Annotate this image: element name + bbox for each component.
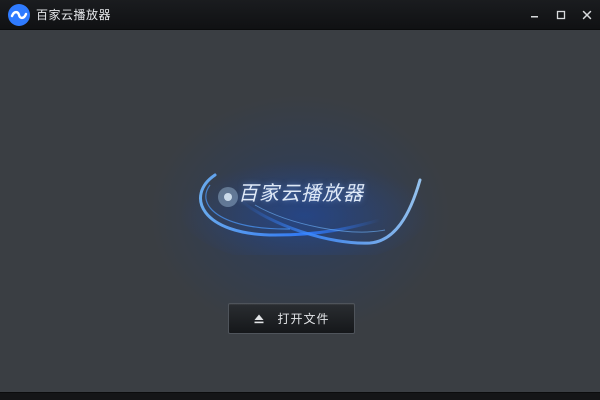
window-controls [522, 0, 600, 30]
close-icon [582, 10, 592, 20]
minimize-button[interactable] [522, 0, 548, 30]
baijiayun-logo-icon [7, 3, 31, 27]
player-window: 百家云播放器 百家云播放器 打开文件 [0, 0, 600, 400]
open-file-button[interactable]: 打开文件 [228, 303, 355, 334]
window-title: 百家云播放器 [36, 8, 112, 22]
close-button[interactable] [574, 0, 600, 30]
maximize-icon [556, 10, 566, 20]
bottom-control-bar [0, 392, 600, 400]
open-file-label: 打开文件 [277, 312, 330, 326]
eject-icon [253, 313, 265, 325]
player-content-area[interactable]: 百家云播放器 打开文件 [0, 30, 600, 393]
splash-title: 百家云播放器 [238, 181, 364, 205]
maximize-button[interactable] [548, 0, 574, 30]
title-bar[interactable]: 百家云播放器 [0, 0, 600, 30]
minimize-icon [531, 16, 538, 18]
